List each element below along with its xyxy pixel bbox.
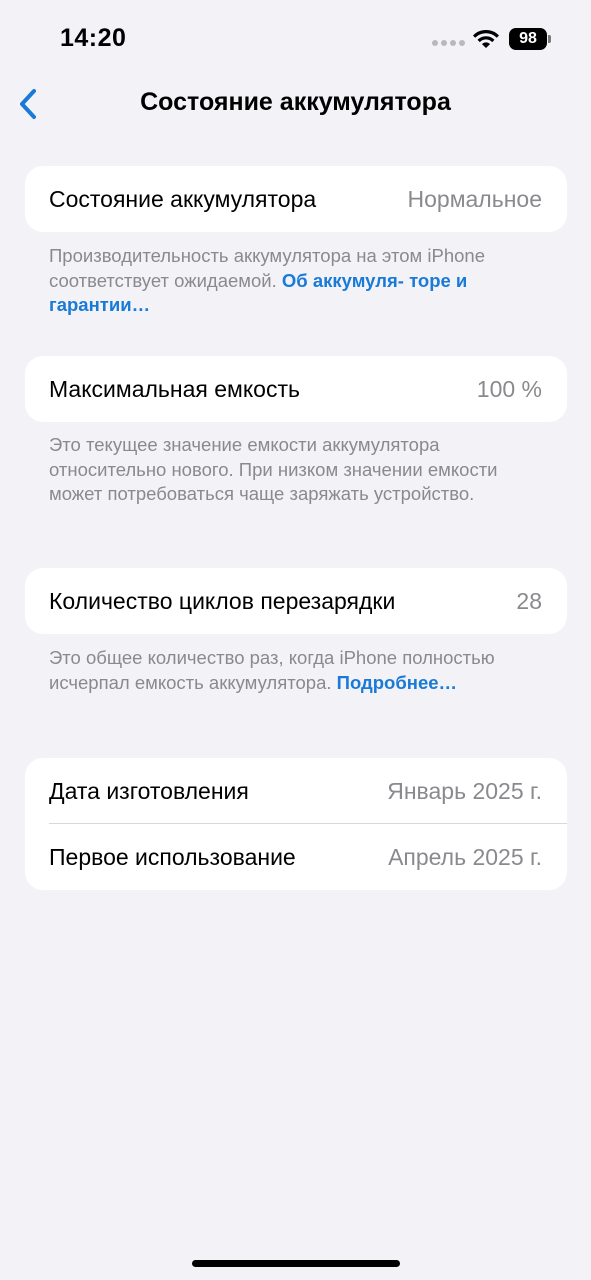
battery-health-screen: 14:20 98 Состояние аккумулятора Состояни… (0, 0, 591, 1280)
cycle-count-card: Количество циклов перезарядки 28 (25, 568, 567, 634)
max-capacity-label: Максимальная емкость (49, 375, 300, 402)
dates-card: Дата изготовления Январь 2025 г. Первое … (25, 758, 567, 890)
cycle-count-value: 28 (516, 587, 542, 614)
battery-level: 98 (519, 30, 537, 47)
cycle-count-row: Количество циклов перезарядки 28 (25, 568, 567, 634)
first-use-value: Апрель 2025 г. (388, 843, 542, 870)
status-bar: 14:20 98 (0, 0, 591, 80)
first-use-row: Первое использование Апрель 2025 г. (25, 824, 567, 890)
battery-health-row: Состояние аккумулятора Нормальное (25, 166, 567, 232)
max-capacity-footnote: Это текущее значение емкости аккумулятор… (49, 434, 498, 504)
cycle-count-label: Количество циклов перезарядки (49, 587, 396, 614)
battery-health-footnote: Производительность аккумулятора на этом … (49, 244, 549, 318)
max-capacity-card: Максимальная емкость 100 % (25, 356, 567, 422)
battery-health-value: Нормальное (407, 185, 543, 212)
max-capacity-value: 100 % (476, 375, 542, 402)
cycle-count-footnote: Это общее количество раз, когда iPhone п… (49, 646, 519, 695)
battery-cap (548, 35, 551, 43)
battery-health-card: Состояние аккумулятора Нормальное (25, 166, 567, 232)
battery-health-label: Состояние аккумулятора (49, 185, 317, 212)
page-title: Состояние аккумулятора (140, 88, 451, 116)
status-time: 14:20 (60, 24, 127, 52)
wifi-icon (473, 30, 499, 48)
learn-more-link[interactable]: Подробнее… (337, 672, 457, 693)
first-use-label: Первое использование (49, 843, 296, 870)
manufacture-date-label: Дата изготовления (49, 777, 249, 804)
max-capacity-row: Максимальная емкость 100 % (25, 356, 567, 422)
signal-dots-icon (432, 40, 465, 46)
battery-icon: 98 (509, 28, 547, 50)
manufacture-date-row: Дата изготовления Январь 2025 г. (25, 758, 567, 824)
home-indicator[interactable] (192, 1260, 400, 1267)
manufacture-date-value: Январь 2025 г. (387, 777, 542, 804)
